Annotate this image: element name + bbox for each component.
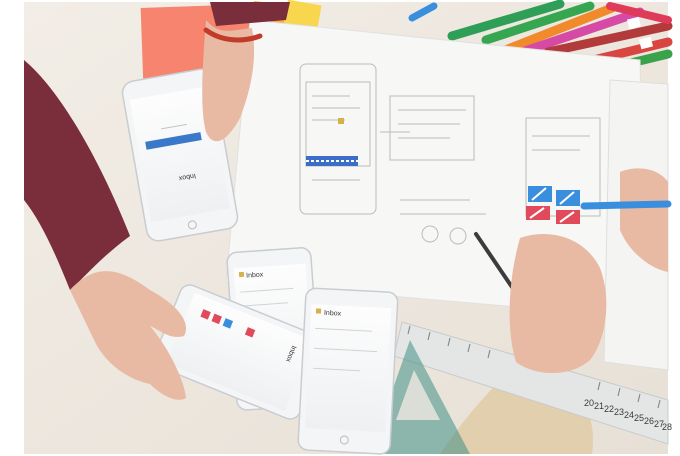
app-label: Inbox (246, 271, 264, 279)
photo-scene: 20 21 22 23 24 25 26 27 28 Inbox Inbox I… (0, 0, 680, 456)
ruler-number: 21 (594, 401, 604, 411)
app-label: Inbox (324, 310, 342, 318)
ruler-number: 23 (614, 407, 624, 417)
ruler-number: 24 (624, 410, 634, 420)
right-margin (668, 0, 680, 456)
ruler-number: 25 (634, 413, 644, 423)
blue-marker (580, 200, 672, 210)
ruler-number: 28 (662, 422, 672, 432)
ruler-number: 26 (644, 416, 654, 426)
phone-4: Inbox (297, 287, 399, 455)
ruler-number: 20 (584, 398, 594, 408)
left-margin (0, 0, 24, 456)
ruler-number: 22 (604, 404, 614, 414)
